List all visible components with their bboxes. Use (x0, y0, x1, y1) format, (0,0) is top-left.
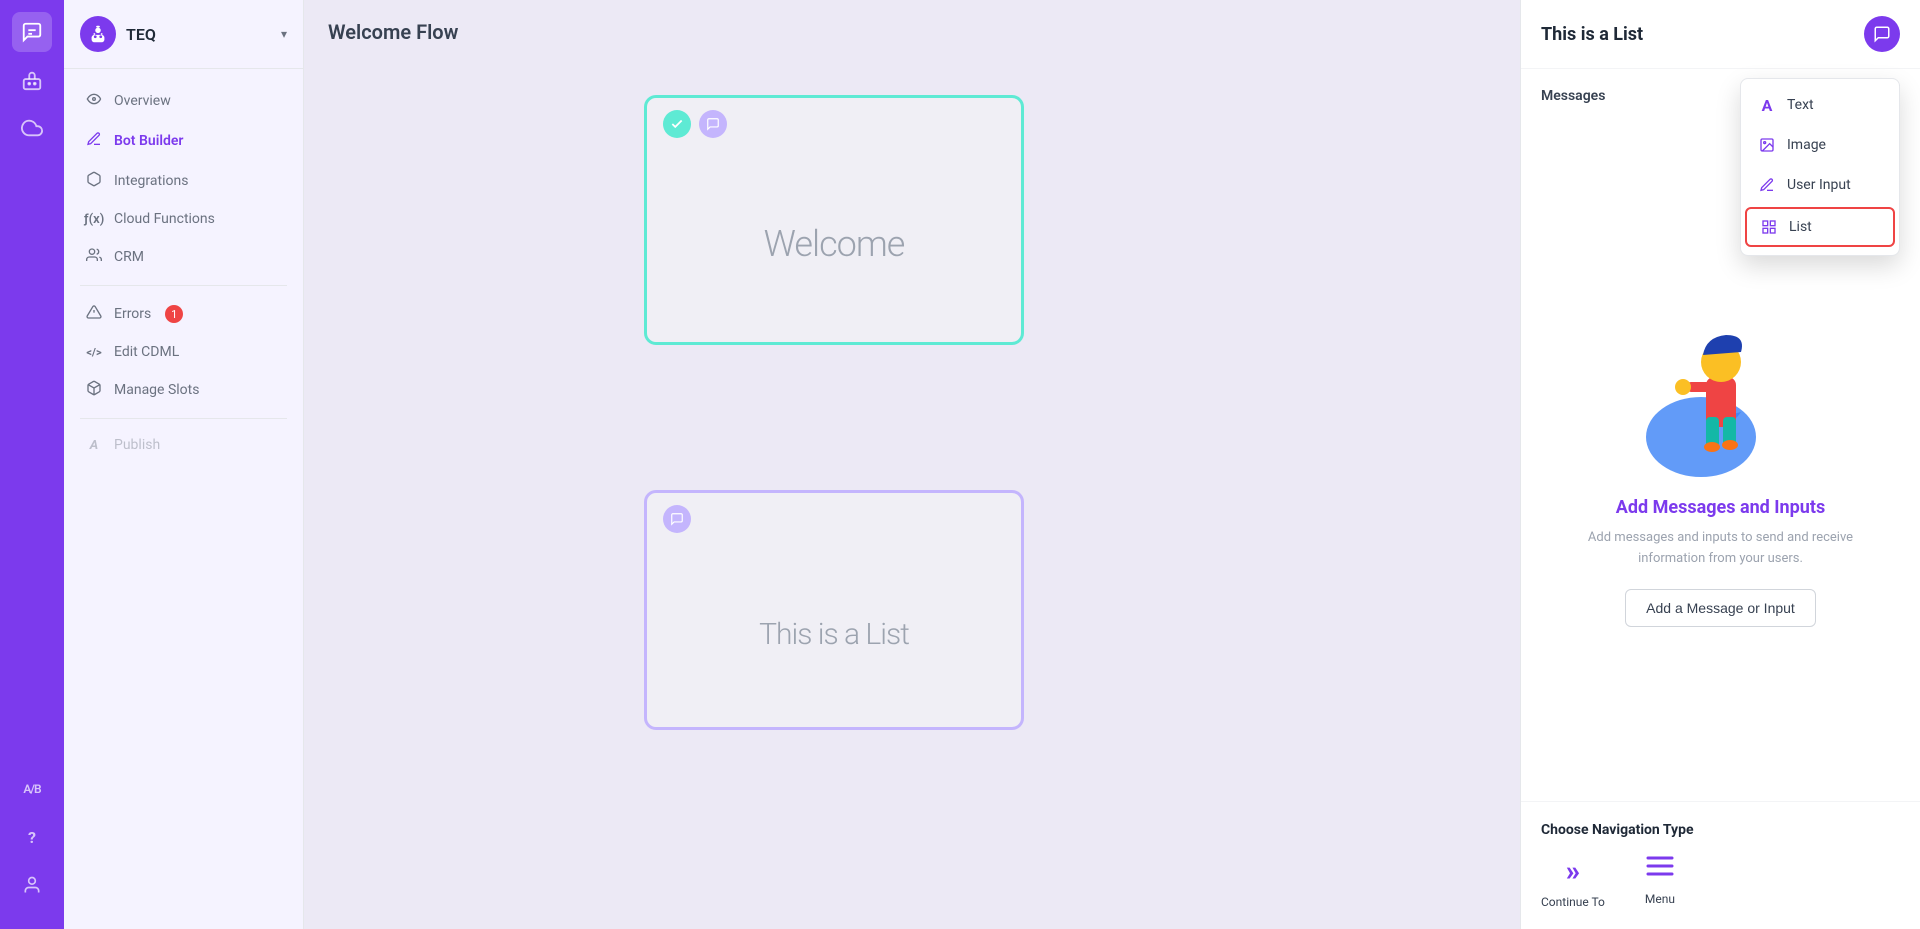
nav-label-errors: Errors (114, 306, 151, 322)
dropdown-label-text: Text (1787, 97, 1814, 113)
empty-state-title: Add Messages and Inputs (1616, 497, 1825, 518)
nav-label-manage-slots: Manage Slots (114, 382, 199, 398)
right-panel: This is a List Messages + A Text Image U… (1520, 0, 1920, 929)
nav-item-overview[interactable]: Overview (64, 81, 303, 121)
sidebar-brand-name: TEQ (126, 25, 156, 44)
nav-label-integrations: Integrations (114, 173, 188, 189)
list-node-label: This is a List (647, 541, 1021, 727)
menu-icon (1646, 854, 1674, 884)
welcome-node-icons (647, 98, 1021, 146)
translate-icon-btn[interactable]: A/B (12, 769, 52, 809)
sidebar-logo (80, 16, 116, 52)
sidebar-header: TEQ ▾ (64, 0, 303, 69)
sidebar: TEQ ▾ Overview Bot Builder Integrations … (64, 0, 304, 929)
nav-label-edit-cdml: Edit CDML (114, 344, 179, 360)
empty-state-description: Add messages and inputs to send and rece… (1581, 528, 1861, 570)
nav-item-integrations[interactable]: Integrations (64, 161, 303, 201)
help-icon-btn[interactable]: ? (12, 817, 52, 857)
cloud-functions-icon: ƒ(x) (84, 212, 104, 227)
dropdown-item-list[interactable]: List (1745, 207, 1895, 247)
errors-icon (84, 304, 104, 324)
text-icon: A (1757, 95, 1777, 115)
integrations-icon (84, 171, 104, 191)
check-icon-circle (663, 110, 691, 138)
list-chat-icon-circle (663, 505, 691, 533)
icon-bar-top (12, 12, 52, 761)
nav-label-crm: CRM (114, 249, 144, 265)
nav-label-publish: Publish (114, 437, 160, 453)
nav-label-cloud-functions: Cloud Functions (114, 211, 215, 227)
navigation-section: Choose Navigation Type » Continue To Men… (1521, 801, 1920, 929)
messages-label: Messages (1541, 88, 1605, 104)
welcome-node-label: Welcome (647, 146, 1021, 342)
navigation-options: » Continue To Menu (1541, 854, 1900, 909)
edit-cdml-icon: </> (84, 346, 104, 359)
cloud-icon-btn[interactable] (12, 108, 52, 148)
publish-icon: A (84, 438, 104, 453)
image-icon (1757, 135, 1777, 155)
nav-item-manage-slots[interactable]: Manage Slots (64, 370, 303, 410)
chat-icon-btn[interactable] (12, 12, 52, 52)
panel-header: This is a List (1521, 0, 1920, 69)
dropdown-menu: A Text Image User Input List (1740, 78, 1900, 256)
empty-illustration (1631, 297, 1811, 477)
chat-icon-circle (699, 110, 727, 138)
list-node-icons (647, 493, 1021, 541)
user-input-icon (1757, 175, 1777, 195)
list-node-content: This is a List (647, 493, 1021, 727)
bot-icon-btn[interactable] (12, 60, 52, 100)
menu-label: Menu (1645, 892, 1675, 906)
dropdown-item-text[interactable]: A Text (1741, 85, 1899, 125)
nav-item-crm[interactable]: CRM (64, 237, 303, 277)
nav-item-bot-builder[interactable]: Bot Builder (64, 121, 303, 161)
user-icon-btn[interactable] (12, 865, 52, 905)
crm-icon (84, 247, 104, 267)
error-badge: 1 (165, 305, 183, 323)
nav-item-publish[interactable]: A Publish (64, 427, 303, 463)
nav-label-overview: Overview (114, 93, 171, 109)
canvas-title: Welcome Flow (304, 0, 1520, 64)
dropdown-label-user-input: User Input (1787, 177, 1851, 193)
icon-bar-bottom: A/B ? (12, 769, 52, 917)
nav-item-errors[interactable]: Errors 1 (64, 294, 303, 334)
navigation-section-title: Choose Navigation Type (1541, 822, 1900, 838)
continue-to-label: Continue To (1541, 895, 1605, 909)
panel-title: This is a List (1541, 24, 1643, 45)
nav-divider-1 (80, 285, 287, 286)
add-message-or-input-button[interactable]: Add a Message or Input (1625, 589, 1816, 627)
dropdown-label-image: Image (1787, 137, 1826, 153)
nav-option-continue-to[interactable]: » Continue To (1541, 854, 1605, 909)
dropdown-label-list: List (1789, 219, 1812, 235)
nav-item-cloud-functions[interactable]: ƒ(x) Cloud Functions (64, 201, 303, 237)
dropdown-item-image[interactable]: Image (1741, 125, 1899, 165)
nav-label-bot-builder: Bot Builder (114, 133, 183, 149)
sidebar-chevron-icon[interactable]: ▾ (281, 27, 287, 41)
list-icon (1759, 217, 1779, 237)
panel-chat-icon (1864, 16, 1900, 52)
sidebar-nav: Overview Bot Builder Integrations ƒ(x) C… (64, 69, 303, 475)
list-node[interactable]: This is a List (644, 490, 1024, 730)
main-canvas: Welcome Flow Welcome (304, 0, 1520, 929)
icon-bar: A/B ? (0, 0, 64, 929)
nav-option-menu[interactable]: Menu (1645, 854, 1675, 909)
nav-divider-2 (80, 418, 287, 419)
nav-item-edit-cdml[interactable]: </> Edit CDML (64, 334, 303, 370)
manage-slots-icon (84, 380, 104, 400)
welcome-node[interactable]: Welcome (644, 95, 1024, 345)
welcome-node-content: Welcome (647, 98, 1021, 342)
continue-to-icon: » (1566, 854, 1580, 887)
dropdown-item-user-input[interactable]: User Input (1741, 165, 1899, 205)
overview-icon (84, 91, 104, 111)
bot-builder-icon (84, 131, 104, 151)
